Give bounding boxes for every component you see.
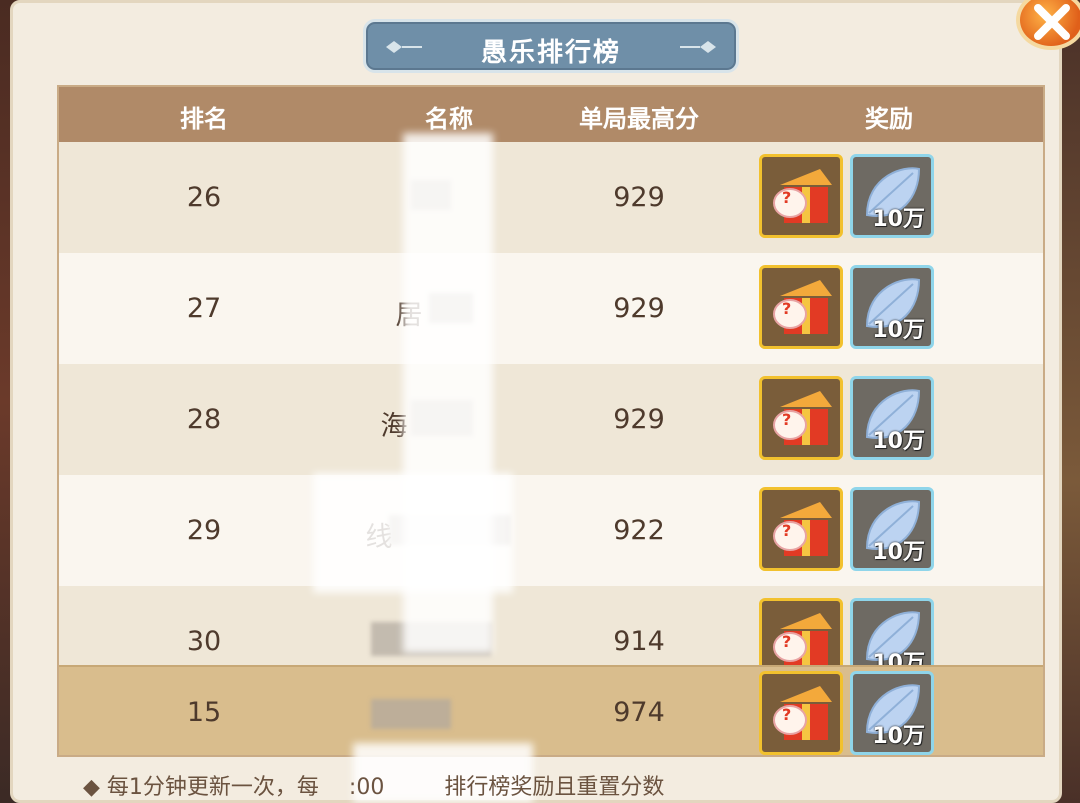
footer-note: ◆ 每1分钟更新一次，每:00 排行榜奖励且重置分数: [83, 775, 665, 800]
rank-cell: 30: [186, 626, 222, 657]
gift-box-icon: ?: [773, 169, 832, 223]
score-cell: 929: [613, 404, 665, 435]
leaf-amount: 10万: [872, 207, 925, 232]
rank-cell: 29: [186, 515, 222, 546]
leaf-amount: 10万: [872, 724, 925, 749]
leaf-reward[interactable]: 10万: [850, 376, 934, 460]
score-cell: 929: [613, 182, 665, 213]
header-name: 名称: [425, 105, 473, 133]
table-row: 29 线 922 ? 10万: [59, 475, 1043, 586]
gift-box-reward[interactable]: ?: [759, 487, 843, 571]
gift-box-icon: ?: [773, 391, 832, 445]
table-header: 排名 名称 单局最高分 奖励: [59, 87, 1043, 142]
rank-cell: 28: [186, 404, 222, 435]
score-cell: 922: [613, 515, 665, 546]
leaderboard-table: 排名 名称 单局最高分 奖励 26 929 ? 10万 27 929 ? 10万…: [57, 85, 1045, 757]
leaf-amount: 10万: [872, 318, 925, 343]
svg-text:?: ?: [782, 632, 791, 651]
leaf-reward[interactable]: 10万: [850, 671, 934, 755]
title-banner: 愚乐排行榜: [363, 19, 739, 73]
score-cell: 914: [613, 626, 665, 657]
leaf-amount: 10万: [872, 429, 925, 454]
table-row: 28 海 929 ? 10万: [59, 364, 1043, 475]
gift-box-icon: ?: [773, 686, 832, 740]
rank-cell: 15: [186, 697, 222, 728]
leaderboard-panel: 愚乐排行榜 排名 名称 单局最高分 奖励 26 929 ? 10万 27 929…: [10, 0, 1062, 803]
gift-box-reward[interactable]: ?: [759, 376, 843, 460]
score-cell: 929: [613, 293, 665, 324]
gift-box-icon: ?: [773, 280, 832, 334]
score-cell: 974: [613, 697, 665, 728]
leaf-reward[interactable]: 10万: [850, 265, 934, 349]
svg-text:?: ?: [782, 410, 791, 429]
svg-text:?: ?: [782, 188, 791, 207]
leaf-amount: 10万: [872, 540, 925, 565]
name-blur: [371, 699, 451, 729]
privacy-smear: [313, 473, 513, 593]
svg-text:?: ?: [782, 299, 791, 318]
table-row: 26 929 ? 10万: [59, 142, 1043, 253]
ornament-right-icon: [680, 41, 716, 53]
table-row: 27 居 929 ? 10万: [59, 253, 1043, 364]
header-rank: 排名: [180, 105, 228, 133]
gift-box-reward[interactable]: ?: [759, 154, 843, 238]
svg-text:?: ?: [782, 705, 791, 724]
header-score: 单局最高分: [579, 105, 699, 133]
header-reward: 奖励: [865, 105, 913, 133]
gift-box-reward[interactable]: ?: [759, 265, 843, 349]
gift-box-icon: ?: [773, 502, 832, 556]
gift-box-reward[interactable]: ?: [759, 671, 843, 755]
my-rank-row: 15 974 ? 10万: [59, 665, 1043, 755]
leaf-reward[interactable]: 10万: [850, 487, 934, 571]
rank-cell: 27: [186, 293, 222, 324]
rank-cell: 26: [186, 182, 222, 213]
leaf-reward[interactable]: 10万: [850, 154, 934, 238]
close-icon: [1034, 4, 1070, 40]
svg-text:?: ?: [782, 521, 791, 540]
